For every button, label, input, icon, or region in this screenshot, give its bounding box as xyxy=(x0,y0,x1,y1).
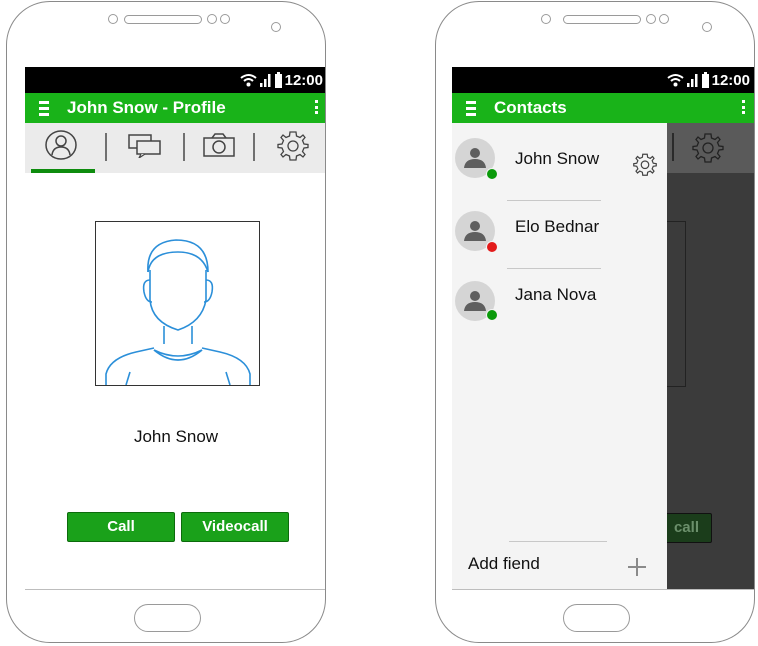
front-sensor xyxy=(541,14,551,24)
front-camera xyxy=(271,22,281,32)
dimmed-photo-frame xyxy=(666,221,686,387)
front-sensor xyxy=(207,14,217,24)
front-sensor xyxy=(646,14,656,24)
tab-separator xyxy=(105,133,107,161)
phone-screen: 12:00 Contacts call John Snow Elo Bednar… xyxy=(452,67,754,590)
profile-icon xyxy=(44,129,78,165)
app-bar: John Snow - Profile xyxy=(25,93,325,123)
app-title: John Snow - Profile xyxy=(67,98,226,117)
status-bar: 12:00 xyxy=(452,67,754,93)
tab-separator xyxy=(183,133,185,161)
list-divider xyxy=(507,268,601,269)
call-button[interactable]: Call xyxy=(67,512,175,542)
plus-icon[interactable] xyxy=(628,558,646,576)
selected-tab-indicator xyxy=(31,169,95,173)
contact-item[interactable]: Elo Bednar xyxy=(452,211,667,271)
videocall-button[interactable]: Videocall xyxy=(181,512,289,542)
camera-icon xyxy=(202,132,236,163)
speaker-grille xyxy=(563,15,641,24)
signal-icon xyxy=(686,73,699,87)
home-button[interactable] xyxy=(563,604,630,632)
tab-separator xyxy=(253,133,255,161)
tab-profile[interactable] xyxy=(25,123,97,171)
front-sensor xyxy=(220,14,230,24)
wifi-icon xyxy=(240,73,257,87)
app-bar: Contacts xyxy=(452,93,754,123)
front-sensor xyxy=(659,14,669,24)
tab-chat[interactable] xyxy=(109,123,181,171)
app-title: Contacts xyxy=(494,98,567,117)
tab-separator xyxy=(672,133,674,161)
profile-phone: 12:00 John Snow - Profile John Snow Call… xyxy=(6,1,326,643)
battery-icon xyxy=(701,72,709,88)
status-time: 12:00 xyxy=(284,71,323,89)
contacts-phone: 12:00 Contacts call John Snow Elo Bednar… xyxy=(435,1,755,643)
wifi-icon xyxy=(667,73,684,87)
offline-status-indicator xyxy=(486,241,498,253)
tab-camera[interactable] xyxy=(187,123,251,171)
chat-icon xyxy=(127,132,163,163)
status-bar: 12:00 xyxy=(25,67,325,93)
profile-photo xyxy=(95,221,260,386)
contact-name: Elo Bednar xyxy=(515,217,600,236)
battery-icon xyxy=(274,72,282,88)
home-button[interactable] xyxy=(134,604,201,632)
contacts-drawer: John Snow Elo Bednar Jana Nova Add fiend xyxy=(452,123,667,589)
menu-icon[interactable] xyxy=(39,101,49,116)
add-friend-label[interactable]: Add fiend xyxy=(468,554,540,574)
list-divider xyxy=(509,541,607,542)
tab-bar xyxy=(25,123,325,173)
phone-screen: 12:00 John Snow - Profile John Snow Call… xyxy=(25,67,325,590)
front-sensor xyxy=(108,14,118,24)
online-status-indicator xyxy=(486,168,498,180)
gear-icon xyxy=(277,129,309,166)
menu-icon[interactable] xyxy=(466,101,476,116)
contact-name: John Snow xyxy=(515,149,600,168)
more-options-icon[interactable] xyxy=(742,100,746,117)
tab-settings[interactable] xyxy=(259,123,325,171)
status-time: 12:00 xyxy=(711,71,750,89)
gear-icon xyxy=(692,131,724,168)
signal-icon xyxy=(259,73,272,87)
contact-name: Jana Nova xyxy=(515,285,597,304)
online-status-indicator xyxy=(486,309,498,321)
speaker-grille xyxy=(124,15,202,24)
avatar-outline-icon xyxy=(105,239,251,386)
front-camera xyxy=(702,22,712,32)
more-options-icon[interactable] xyxy=(315,100,319,117)
contact-item[interactable]: John Snow xyxy=(452,138,667,198)
list-divider xyxy=(507,200,601,201)
contact-item[interactable]: Jana Nova xyxy=(452,281,667,341)
profile-name: John Snow xyxy=(133,427,219,446)
gear-icon[interactable] xyxy=(633,152,657,181)
